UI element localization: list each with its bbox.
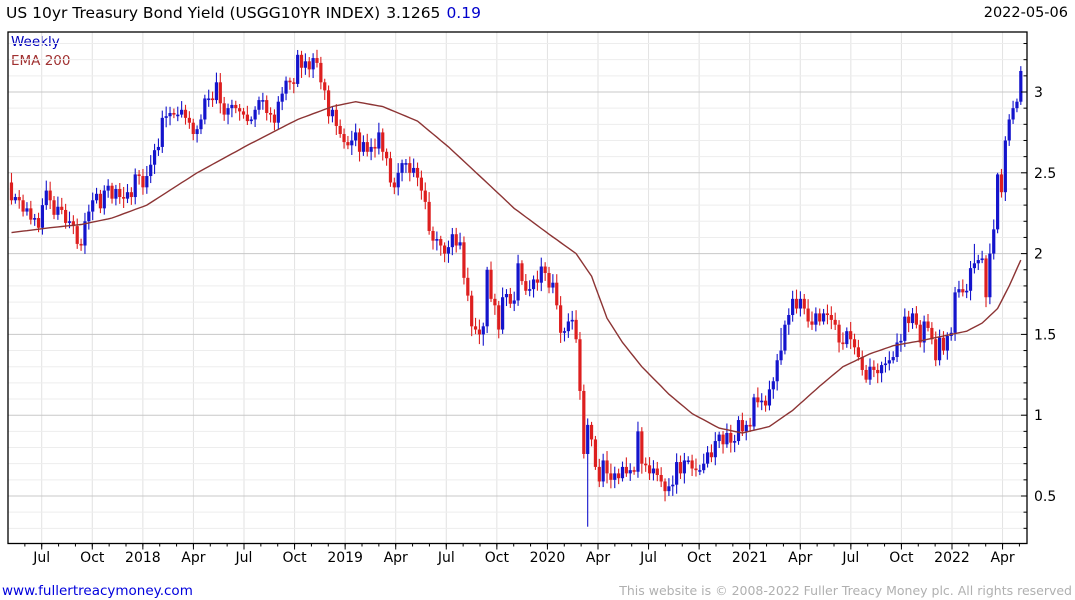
svg-text:Oct: Oct bbox=[485, 550, 510, 566]
svg-text:Jul: Jul bbox=[639, 550, 657, 566]
svg-text:Jul: Jul bbox=[437, 550, 455, 566]
svg-text:Oct: Oct bbox=[687, 550, 712, 566]
svg-text:2018: 2018 bbox=[125, 550, 161, 566]
candles-layer bbox=[9, 49, 1023, 527]
svg-text:2: 2 bbox=[1034, 247, 1043, 263]
svg-text:0.5: 0.5 bbox=[1034, 489, 1056, 505]
svg-text:Apr: Apr bbox=[181, 550, 205, 566]
svg-text:Apr: Apr bbox=[384, 550, 408, 566]
x-axis: Jul Oct 2018 Apr Jul Oct 2019 Apr Jul Oct 2020 Apr J… bbox=[24, 543, 1020, 566]
svg-text:3: 3 bbox=[1034, 85, 1043, 101]
site-link[interactable]: www.fullertreacymoney.com bbox=[2, 583, 193, 599]
chart-page: US 10yr Treasury Bond Yield (USGG10YR IN… bbox=[0, 0, 1075, 600]
svg-text:Jul: Jul bbox=[841, 550, 859, 566]
svg-text:2019: 2019 bbox=[327, 550, 363, 566]
copyright-text: This website is © 2008-2022 Fuller Treac… bbox=[619, 583, 1072, 598]
svg-text:Jul: Jul bbox=[235, 550, 253, 566]
price-chart: 0.511.522.53Jul Oct 2018 Apr Jul Oct 2019 Apr Ju… bbox=[7, 31, 1056, 566]
svg-text:Apr: Apr bbox=[990, 550, 1014, 566]
svg-text:Oct: Oct bbox=[282, 550, 307, 566]
svg-text:Apr: Apr bbox=[586, 550, 610, 566]
svg-text:2020: 2020 bbox=[530, 550, 566, 566]
svg-text:1: 1 bbox=[1034, 408, 1043, 424]
svg-text:Oct: Oct bbox=[889, 550, 914, 566]
svg-text:2022: 2022 bbox=[934, 550, 970, 566]
svg-text:1.5: 1.5 bbox=[1034, 327, 1056, 343]
svg-text:Jul: Jul bbox=[32, 550, 50, 566]
svg-text:Oct: Oct bbox=[80, 550, 105, 566]
svg-text:2021: 2021 bbox=[732, 550, 768, 566]
svg-text:2.5: 2.5 bbox=[1034, 166, 1056, 182]
svg-text:Apr: Apr bbox=[788, 550, 812, 566]
y-axis: 0.5 1 1.5 2 2.5 3 bbox=[1021, 43, 1056, 529]
